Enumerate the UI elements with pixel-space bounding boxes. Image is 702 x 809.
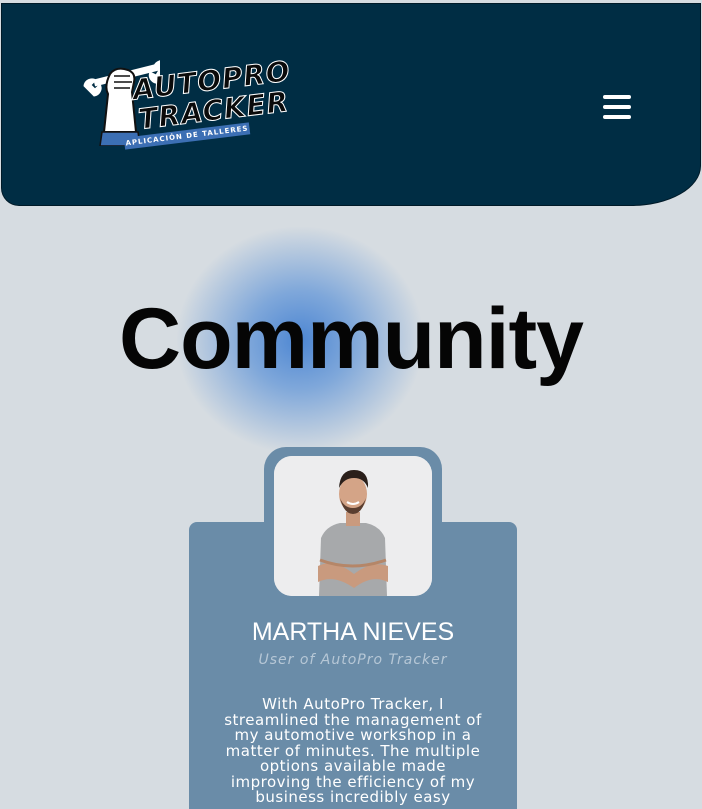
testimonial-name: MARTHA NIEVES — [251, 618, 455, 646]
site-header: AUTOPRO TRACKER APLICACIÓN DE TALLERES — [1, 3, 701, 206]
page-title: Community — [119, 291, 584, 387]
autopro-tracker-logo[interactable]: AUTOPRO TRACKER APLICACIÓN DE TALLERES — [80, 54, 293, 162]
hamburger-menu-icon[interactable] — [603, 95, 631, 121]
menu-bar-bottom — [603, 115, 631, 119]
testimonial-quote: With AutoPro Tracker, I streamlined the … — [224, 695, 482, 806]
menu-bar-middle — [603, 105, 631, 109]
person-photo — [274, 456, 432, 596]
testimonial-role: User of AutoPro Tracker — [258, 652, 448, 668]
menu-bar-top — [603, 95, 631, 99]
avatar — [274, 456, 432, 596]
page: AUTOPRO TRACKER APLICACIÓN DE TALLERES C… — [0, 0, 702, 809]
